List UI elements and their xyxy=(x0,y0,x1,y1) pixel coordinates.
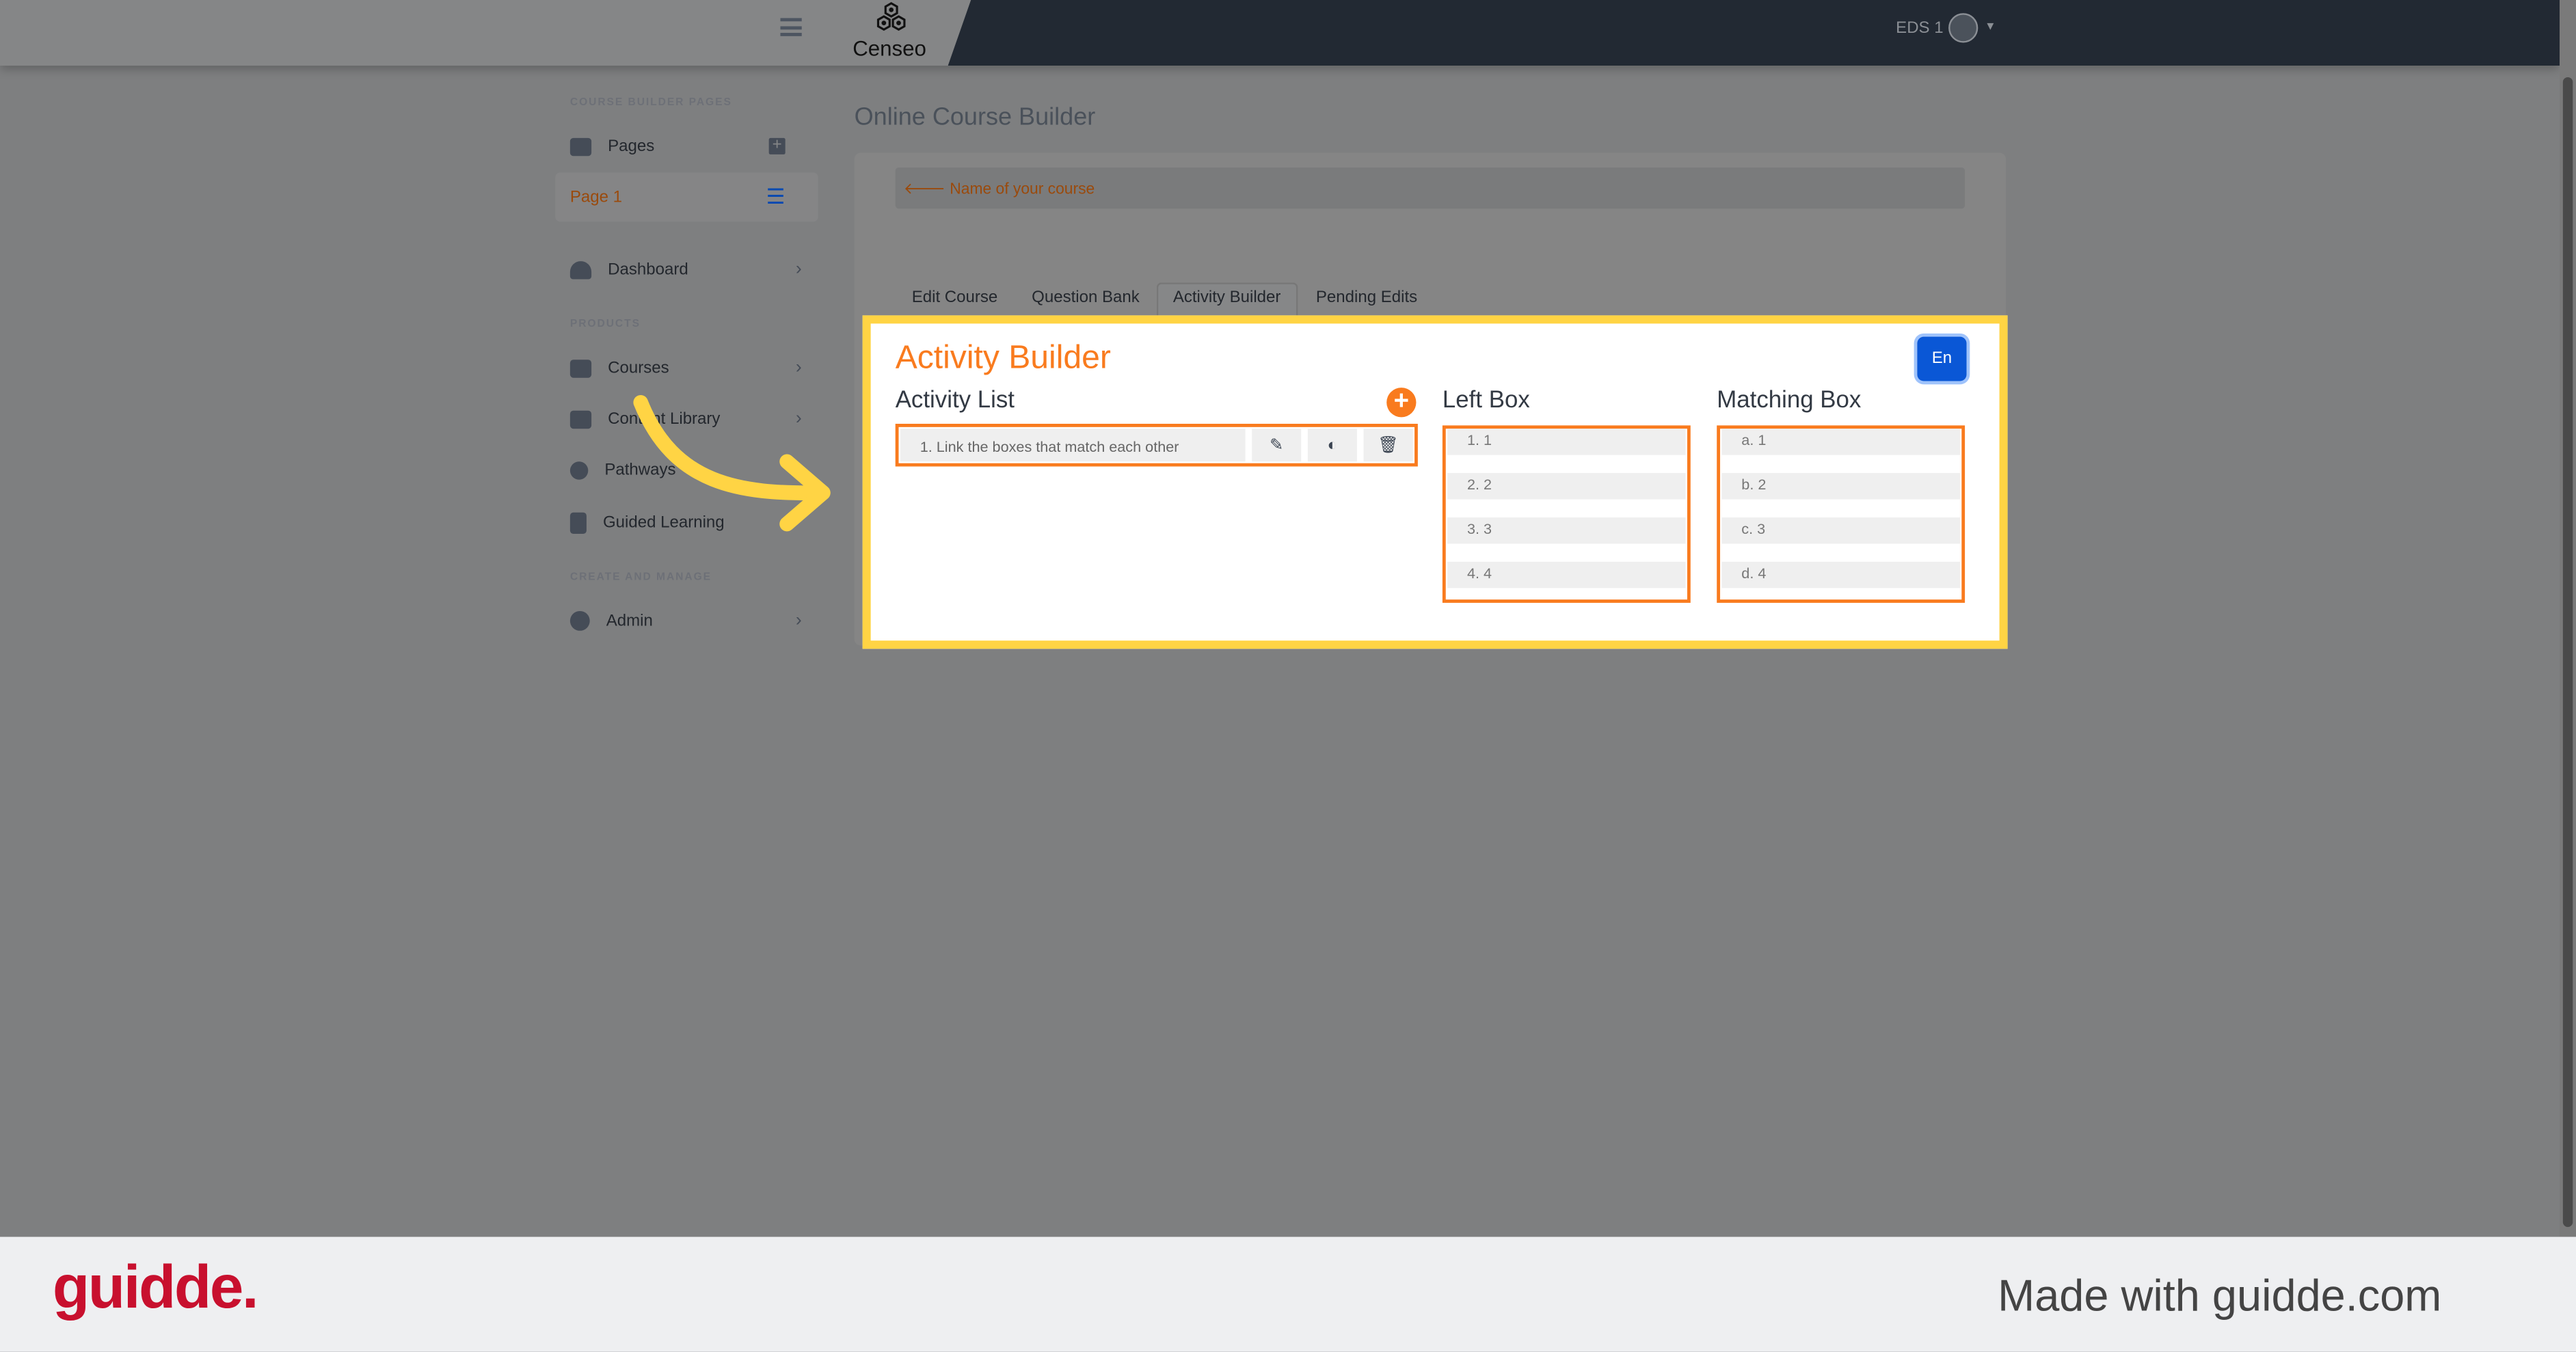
toggle-icon[interactable]: ◐ xyxy=(1307,429,1357,462)
activity-list-heading: Activity List xyxy=(895,388,1015,414)
left-item[interactable]: 1. 1 xyxy=(1447,429,1686,455)
app: Censeo EDS 1 ▼ COURSE BUILDER PAGES Page… xyxy=(0,0,2576,1352)
list-icon[interactable]: ☰ xyxy=(766,184,786,210)
matching-box: a. 1 b. 2 c. 3 d. 4 xyxy=(1717,425,1965,603)
sidebar-item-pages[interactable]: Pages + xyxy=(555,123,818,169)
section-products: PRODUCTS xyxy=(569,319,641,331)
matching-item[interactable]: d. 4 xyxy=(1721,561,1960,588)
activity-builder-title: Activity Builder xyxy=(895,340,1111,377)
sidebar-item-dashboard[interactable]: Dashboard › xyxy=(555,246,818,292)
label: Pages xyxy=(608,137,655,156)
label: Page 1 xyxy=(569,188,623,206)
user-name[interactable]: EDS 1 xyxy=(1896,20,1943,38)
caret-down-icon[interactable]: ▼ xyxy=(1985,21,1996,33)
label: Dashboard xyxy=(608,260,688,279)
activity-label[interactable]: 1. Link the boxes that match each other xyxy=(900,429,1246,462)
edit-icon[interactable]: ✎ xyxy=(1252,429,1302,462)
award-icon xyxy=(569,461,589,479)
matching-item[interactable]: b. 2 xyxy=(1721,473,1960,499)
scrollbar-thumb[interactable] xyxy=(2562,77,2573,1228)
course-name: Name of your course xyxy=(950,180,1095,199)
tab-edit-course[interactable]: Edit Course xyxy=(912,289,998,307)
trash-icon[interactable]: 🗑 xyxy=(1363,429,1413,462)
add-page-icon[interactable]: + xyxy=(768,137,786,154)
gear-icon xyxy=(569,610,590,631)
course-name-link[interactable]: 🡐 Name of your course xyxy=(895,167,1965,209)
left-box-heading: Left Box xyxy=(1442,388,1530,414)
gauge-icon xyxy=(569,260,592,279)
logo-text[interactable]: Censeo xyxy=(853,36,926,61)
top-bar-dark xyxy=(948,0,2560,66)
left-item[interactable]: 4. 4 xyxy=(1447,561,1686,588)
sidebar-item-admin[interactable]: Admin › xyxy=(555,598,818,644)
add-activity-button[interactable]: + xyxy=(1386,388,1417,418)
left-item[interactable]: 3. 3 xyxy=(1447,517,1686,543)
user-circle-icon[interactable] xyxy=(1948,13,1978,43)
book-icon xyxy=(569,409,592,429)
page-title: Online Course Builder xyxy=(854,103,1096,132)
matching-item[interactable]: c. 3 xyxy=(1721,517,1960,543)
hamburger-icon[interactable] xyxy=(780,18,802,36)
sidebar-item-page-1[interactable]: Page 1 ☰ xyxy=(555,172,818,222)
clipboard-icon xyxy=(569,511,587,533)
tab-question-bank[interactable]: Question Bank xyxy=(1032,289,1140,307)
chevron-right-icon: › xyxy=(795,610,802,631)
matching-item[interactable]: a. 1 xyxy=(1721,429,1960,455)
activity-row[interactable]: 1. Link the boxes that match each other … xyxy=(895,423,1418,467)
left-box: 1. 1 2. 2 3. 3 4. 4 xyxy=(1442,425,1691,603)
tab-activity-builder[interactable]: Activity Builder xyxy=(1173,289,1281,307)
made-with-text: Made with guidde.com xyxy=(1998,1271,2442,1321)
tab-pending-edits[interactable]: Pending Edits xyxy=(1316,289,1417,307)
sidebar-item-courses[interactable]: Courses › xyxy=(555,345,818,391)
language-button[interactable]: En xyxy=(1917,336,1967,381)
teacher-icon xyxy=(569,359,592,377)
left-item[interactable]: 2. 2 xyxy=(1447,473,1686,499)
pointer-arrow-icon xyxy=(633,394,831,532)
censeo-logo-icon xyxy=(876,2,906,31)
bank-icon xyxy=(569,137,592,156)
guidde-logo: guidde. xyxy=(52,1253,259,1321)
section-create-and-manage: CREATE AND MANAGE xyxy=(569,571,712,584)
section-course-builder-pages: COURSE BUILDER PAGES xyxy=(569,96,732,109)
chevron-right-icon: › xyxy=(795,357,802,378)
chevron-right-icon: › xyxy=(795,259,802,280)
label: Courses xyxy=(608,359,669,377)
arrow-left-icon: 🡐 xyxy=(903,180,950,199)
matching-box-heading: Matching Box xyxy=(1717,388,1862,414)
label: Admin xyxy=(606,612,653,630)
